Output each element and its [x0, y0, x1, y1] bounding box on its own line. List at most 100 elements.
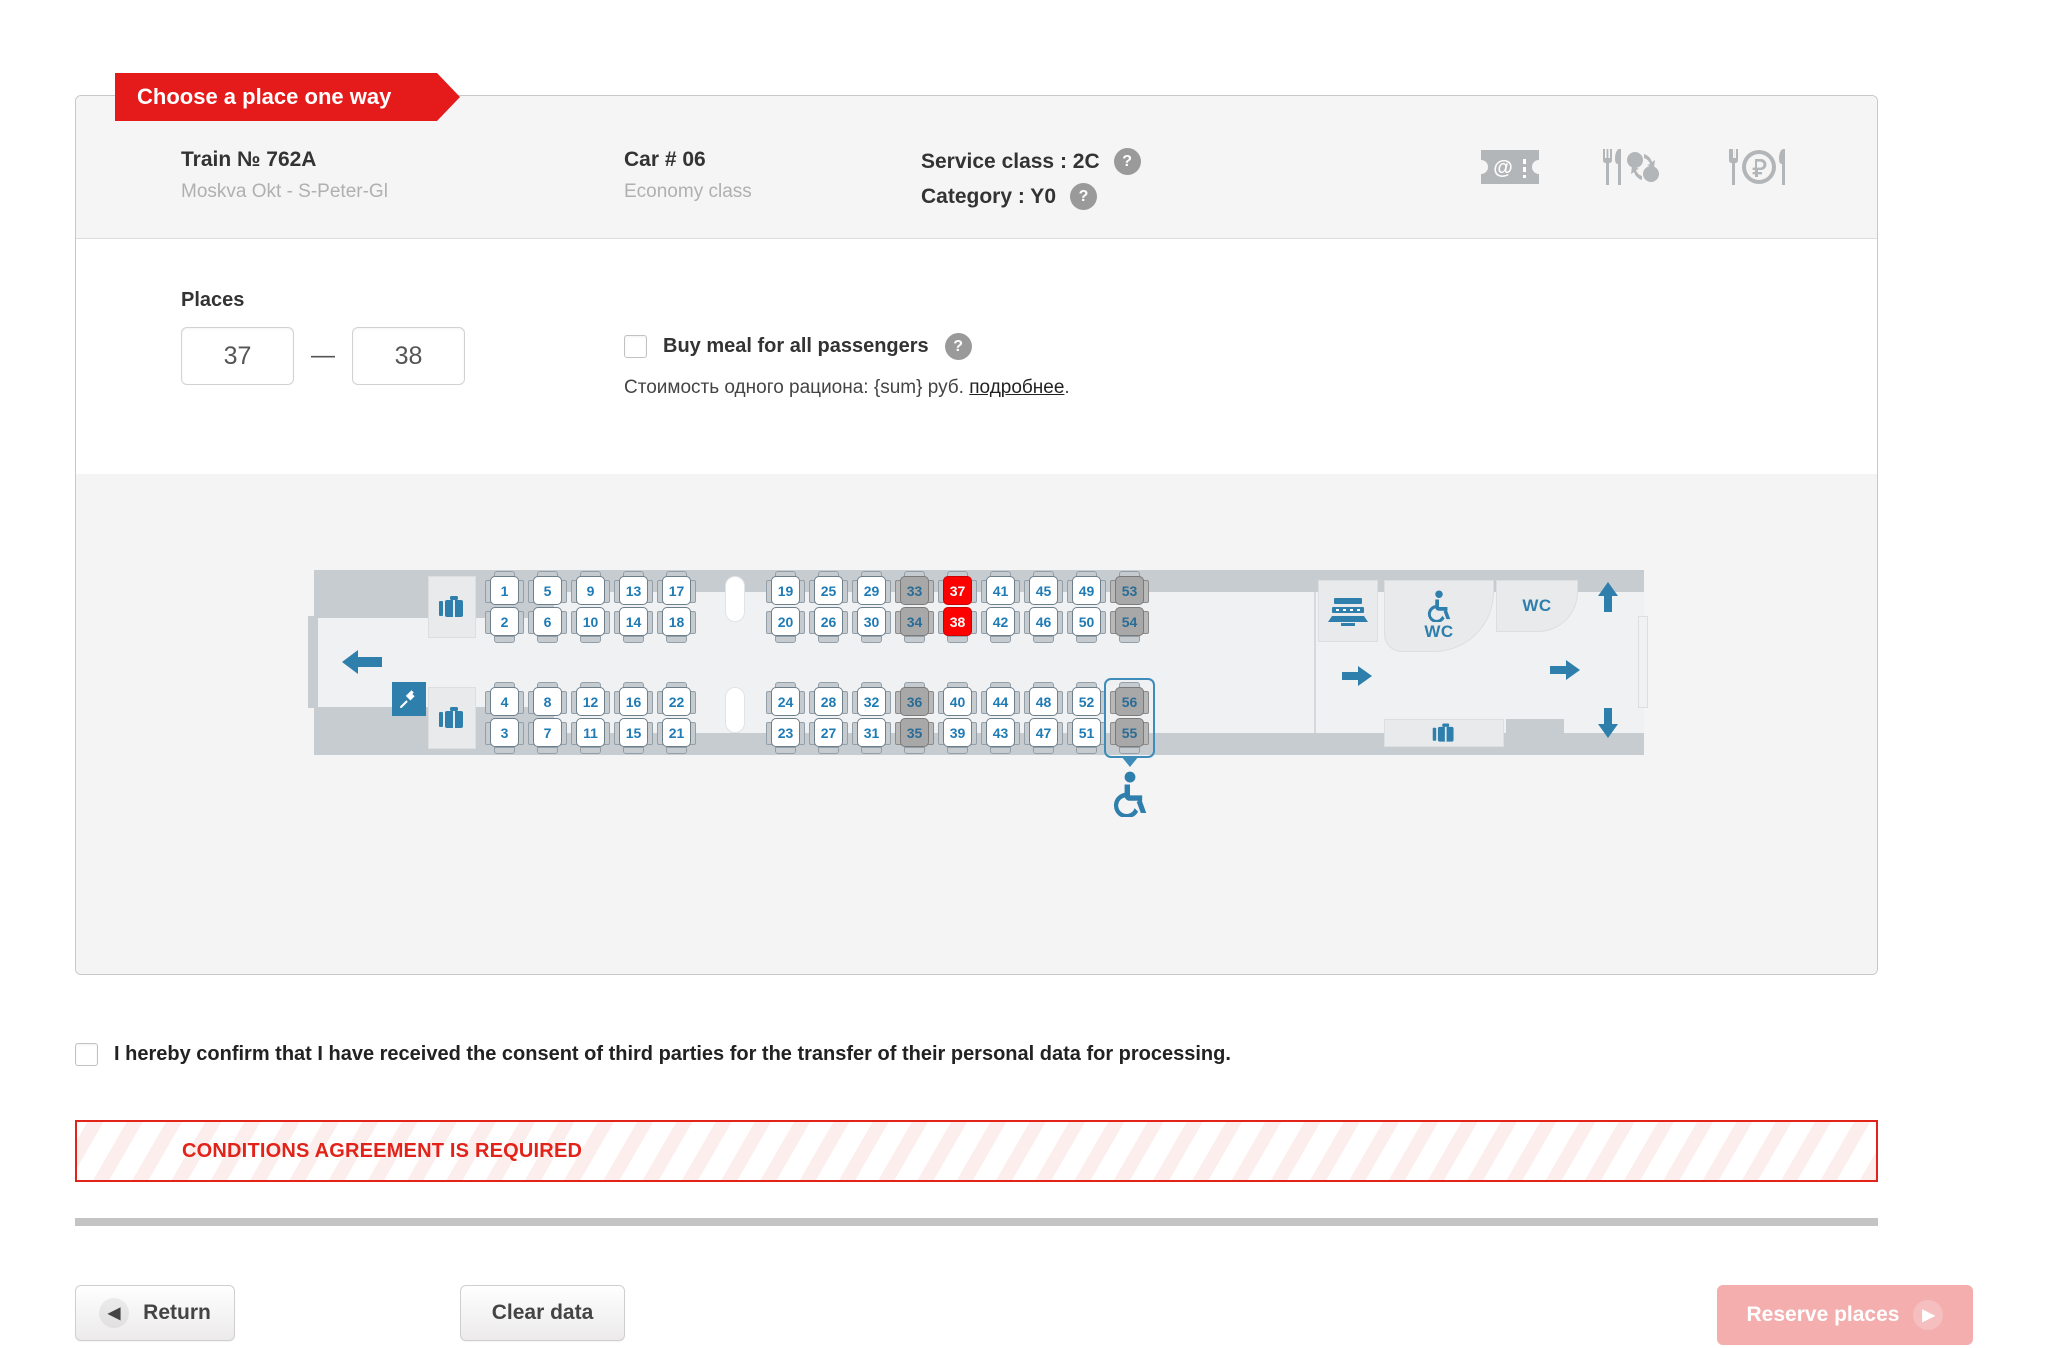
category-label: Category : Y0 [921, 184, 1056, 208]
seat-17[interactable]: 17 [657, 576, 696, 605]
seat-37[interactable]: 37 [938, 576, 977, 605]
clear-data-button-label: Clear data [491, 1301, 594, 1324]
seat-39[interactable]: 39 [938, 718, 977, 747]
seat-footrest [1119, 636, 1140, 643]
seat-28[interactable]: 28 [809, 687, 848, 716]
seat-8[interactable]: 8 [528, 687, 567, 716]
seat-44[interactable]: 44 [981, 687, 1020, 716]
seat-bay: 29 30 [852, 571, 891, 643]
seat-number: 3 [490, 718, 519, 747]
seat-15[interactable]: 15 [614, 718, 653, 747]
consent-checkbox[interactable] [75, 1043, 98, 1066]
seat-35[interactable]: 35 [895, 718, 934, 747]
place-from-input[interactable]: 37 [181, 327, 294, 385]
service-class-row: Service class : 2C ? [921, 148, 1141, 175]
seat-11[interactable]: 11 [571, 718, 610, 747]
category-row: Category : Y0 ? [921, 183, 1141, 210]
seat-footrest [947, 747, 968, 754]
seat-14[interactable]: 14 [614, 607, 653, 636]
place-to-input[interactable]: 38 [352, 327, 465, 385]
seat-number: 2 [490, 607, 519, 636]
seat-41[interactable]: 41 [981, 576, 1020, 605]
seat-38[interactable]: 38 [938, 607, 977, 636]
seat-number: 4 [490, 687, 519, 716]
seat-30[interactable]: 30 [852, 607, 891, 636]
seat-footrest [580, 636, 601, 643]
seat-51[interactable]: 51 [1067, 718, 1106, 747]
car-diagram: 1 2 5 6 9 10 13 14 17 18 19 20 25 26 29 30 33 34 37 38 41 42 4… [308, 570, 1648, 767]
seat-1[interactable]: 1 [485, 576, 524, 605]
seat-16[interactable]: 16 [614, 687, 653, 716]
seat-52[interactable]: 52 [1067, 687, 1106, 716]
seat-55[interactable]: 55 [1110, 718, 1149, 747]
seat-number: 42 [986, 607, 1015, 636]
return-button[interactable]: ◀ Return [75, 1285, 235, 1341]
seat-footrest [861, 636, 882, 643]
seat-21[interactable]: 21 [657, 718, 696, 747]
reserve-places-button[interactable]: Reserve places ▶ [1717, 1285, 1973, 1345]
seat-12[interactable]: 12 [571, 687, 610, 716]
buy-meal-help-icon[interactable]: ? [944, 333, 972, 360]
seat-49[interactable]: 49 [1067, 576, 1106, 605]
seat-23[interactable]: 23 [766, 718, 805, 747]
seat-4[interactable]: 4 [485, 687, 524, 716]
seat-24[interactable]: 24 [766, 687, 805, 716]
seat-number: 16 [619, 687, 648, 716]
seat-number: 37 [943, 576, 972, 605]
seat-bay: 40 39 [938, 682, 977, 754]
seat-5[interactable]: 5 [528, 576, 567, 605]
seat-3[interactable]: 3 [485, 718, 524, 747]
seat-bay: 44 43 [981, 682, 1020, 754]
seat-40[interactable]: 40 [938, 687, 977, 716]
seat-53[interactable]: 53 [1110, 576, 1149, 605]
seat-number: 7 [533, 718, 562, 747]
meal-details-link[interactable]: подробнее [969, 377, 1064, 398]
seat-27[interactable]: 27 [809, 718, 848, 747]
seat-47[interactable]: 47 [1024, 718, 1063, 747]
seat-bay: 16 15 [614, 682, 653, 754]
seat-number: 54 [1115, 607, 1144, 636]
seat-33[interactable]: 33 [895, 576, 934, 605]
seat-36[interactable]: 36 [895, 687, 934, 716]
service-class-help-icon[interactable]: ? [1113, 148, 1141, 175]
seat-footrest [494, 636, 515, 643]
luggage-rack-bottom [428, 687, 476, 749]
seat-34[interactable]: 34 [895, 607, 934, 636]
seat-10[interactable]: 10 [571, 607, 610, 636]
seat-56[interactable]: 56 [1110, 687, 1149, 716]
seat-footrest [1076, 636, 1097, 643]
seat-45[interactable]: 45 [1024, 576, 1063, 605]
buy-meal-checkbox[interactable] [624, 335, 647, 358]
clear-data-button[interactable]: Clear data [460, 1285, 625, 1341]
seat-bay: 56 [528, 571, 567, 643]
seat-31[interactable]: 31 [852, 718, 891, 747]
seat-20[interactable]: 20 [766, 607, 805, 636]
arrow-right-exit-icon [1548, 658, 1582, 687]
seat-46[interactable]: 46 [1024, 607, 1063, 636]
seat-43[interactable]: 43 [981, 718, 1020, 747]
seat-48[interactable]: 48 [1024, 687, 1063, 716]
seat-number: 8 [533, 687, 562, 716]
power-socket-icon [392, 682, 426, 716]
wheelchair-icon [1427, 590, 1451, 622]
seat-22[interactable]: 22 [657, 687, 696, 716]
seat-9[interactable]: 9 [571, 576, 610, 605]
seat-7[interactable]: 7 [528, 718, 567, 747]
seat-50[interactable]: 50 [1067, 607, 1106, 636]
seat-26[interactable]: 26 [809, 607, 848, 636]
category-help-icon[interactable]: ? [1070, 183, 1097, 210]
train-number: Train № 762A [181, 148, 317, 171]
seat-32[interactable]: 32 [852, 687, 891, 716]
seat-25[interactable]: 25 [809, 576, 848, 605]
seat-29[interactable]: 29 [852, 576, 891, 605]
seat-row-top: 1 2 5 6 9 10 13 14 17 18 19 20 25 26 29 30 33 34 37 38 41 42 4… [485, 571, 1314, 643]
seat-13[interactable]: 13 [614, 576, 653, 605]
seat-19[interactable]: 19 [766, 576, 805, 605]
section-ribbon-title: Choose a place one way [115, 73, 461, 121]
seat-6[interactable]: 6 [528, 607, 567, 636]
seat-54[interactable]: 54 [1110, 607, 1149, 636]
vestibule-wall [1314, 592, 1316, 733]
seat-18[interactable]: 18 [657, 607, 696, 636]
seat-42[interactable]: 42 [981, 607, 1020, 636]
seat-2[interactable]: 2 [485, 607, 524, 636]
